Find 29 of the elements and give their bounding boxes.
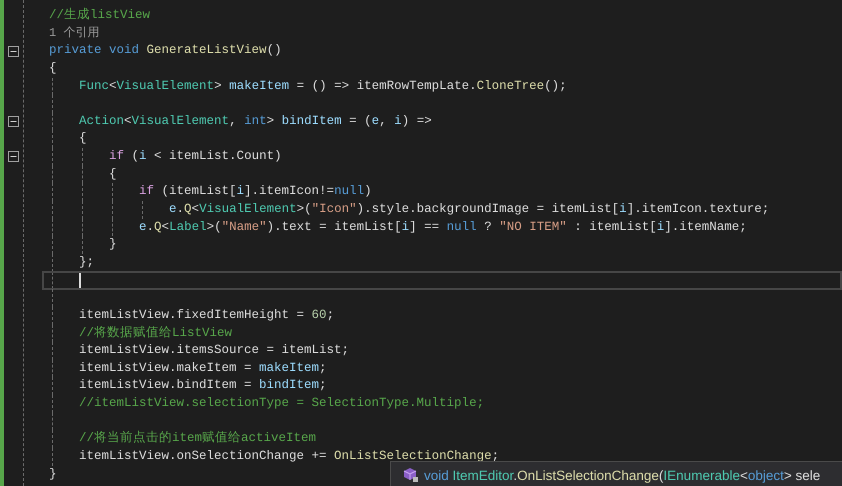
code-line: itemListView.bindItem = bindItem;	[79, 377, 327, 394]
collapse-icon[interactable]	[8, 151, 19, 162]
method-signature: void ItemEditor.OnListSelectionChange(IEnumerable<object> sele	[424, 468, 820, 482]
code-line: //itemListView.selectionType = SelectionType.Multiple;	[79, 395, 484, 412]
code-line: //生成listView	[49, 7, 150, 24]
code-line: itemListView.fixedItemHeight = 60;	[79, 306, 334, 324]
code-line: itemListView.itemsSource = itemList;	[79, 342, 350, 360]
code-line: //将数据赋值给ListView	[79, 324, 232, 342]
code-line: {	[79, 130, 87, 148]
code-line: Func<VisualElement> makeItem = () => itemRowTempLate.CloneTree();	[79, 78, 567, 95]
reference-count[interactable]: 1 个引用	[49, 24, 100, 42]
code-line: Action<VisualElement, int> bindItem = (e, i) =>	[79, 112, 432, 130]
collapse-icon[interactable]	[8, 116, 19, 128]
code-line: itemListView.onSelectionChange += OnListSelectionChange;	[79, 448, 500, 466]
collapse-icon[interactable]	[8, 46, 19, 57]
code-line: e.Q<Label>("Name").text = itemList[i] == null ? "NO ITEM" : itemList[i].itemName;	[139, 218, 747, 236]
code-line: }	[49, 466, 57, 483]
code-line: {	[109, 166, 117, 183]
code-line: if (i < itemList.Count)	[109, 148, 282, 166]
code-line: }	[109, 236, 117, 254]
cube-icon	[403, 467, 419, 483]
code-line: };	[79, 254, 94, 271]
code-line: e.Q<VisualElement>("Icon").style.backgroundImage = itemList[i].itemIcon.texture;	[169, 201, 770, 218]
code-line: //将当前点击的item赋值给activeItem	[79, 430, 316, 448]
code-line: private void GenerateListView()	[49, 42, 282, 60]
text-cursor	[79, 272, 81, 289]
code-line: if (itemList[i].itemIcon!=null)	[139, 183, 372, 200]
code-line: itemListView.makeItem = makeItem;	[79, 360, 327, 377]
code-line: {	[49, 60, 57, 77]
